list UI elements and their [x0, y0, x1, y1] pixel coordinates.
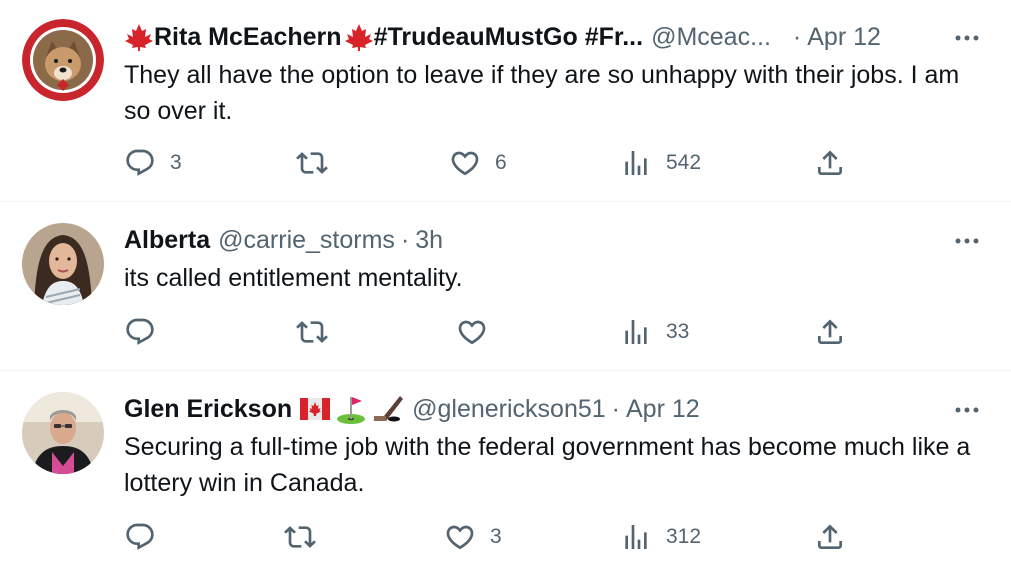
- retweet-icon: [296, 321, 328, 343]
- views-icon: [625, 320, 647, 344]
- tweet-text: They all have the option to leave if the…: [124, 61, 960, 125]
- tweet-text: its called entitlement mentality.: [124, 264, 463, 292]
- man-portrait-icon: [22, 392, 104, 474]
- views-button[interactable]: 33: [620, 314, 689, 350]
- tweet[interactable]: Glen Erickson @glenerickson51 · Apr 12 S…: [0, 371, 1011, 566]
- like-button[interactable]: 3: [444, 519, 502, 555]
- more-icon: [955, 35, 979, 41]
- maple-leaf-icon: [344, 24, 373, 51]
- heart-icon: [458, 320, 486, 345]
- reply-button[interactable]: [124, 519, 156, 555]
- timestamp[interactable]: Apr 12: [807, 23, 881, 52]
- avatar[interactable]: [22, 223, 104, 305]
- action-bar: 33: [124, 314, 864, 350]
- maple-leaf-icon: [125, 24, 153, 51]
- action-bar: 3 312: [124, 519, 864, 555]
- like-button[interactable]: [456, 314, 488, 350]
- view-count: 33: [666, 320, 690, 343]
- reply-button[interactable]: 3: [124, 145, 182, 181]
- share-icon: [818, 150, 842, 175]
- like-button[interactable]: 6: [449, 145, 507, 181]
- timestamp[interactable]: 3h: [415, 226, 443, 255]
- tweet-header: Rita McEachern #TrudeauMustGo #Fr... @Mc…: [124, 21, 951, 53]
- avatar[interactable]: [22, 392, 104, 474]
- reply-icon: [126, 149, 154, 176]
- reply-count: 3: [170, 151, 182, 174]
- handle[interactable]: @carrie_storms: [218, 226, 395, 255]
- wolf-badge-icon: [22, 19, 104, 101]
- golf-flag-icon: [336, 394, 366, 424]
- canada-flag-icon: [300, 398, 331, 420]
- tweet-text: Securing a full-time job with the federa…: [124, 433, 971, 497]
- display-name[interactable]: Alberta: [124, 226, 210, 255]
- separator: ·: [611, 394, 620, 423]
- tweet-header: Glen Erickson @glenerickson51 · Apr 12: [124, 393, 951, 425]
- more-button[interactable]: [953, 227, 981, 255]
- retweet-button[interactable]: [284, 519, 316, 555]
- views-button[interactable]: 542: [620, 145, 701, 181]
- share-icon: [818, 319, 842, 344]
- retweet-icon: [296, 152, 328, 174]
- reply-icon: [126, 523, 154, 550]
- woman-portrait-icon: [22, 223, 104, 305]
- tweet[interactable]: Alberta @carrie_storms · 3h its called e…: [0, 202, 1011, 370]
- retweet-button[interactable]: [296, 145, 328, 181]
- like-count: 3: [490, 525, 502, 548]
- handle[interactable]: @glenerickson51: [412, 395, 606, 424]
- views-icon: [625, 151, 647, 175]
- reply-icon: [126, 318, 154, 345]
- like-count: 6: [495, 151, 507, 174]
- avatar[interactable]: [22, 19, 104, 101]
- more-icon: [955, 238, 979, 244]
- share-button[interactable]: [814, 145, 846, 181]
- view-count: 542: [666, 151, 702, 174]
- views-button[interactable]: 312: [620, 519, 701, 555]
- tweet-header: Alberta @carrie_storms · 3h: [124, 224, 951, 256]
- timestamp[interactable]: Apr 12: [626, 395, 700, 424]
- more-icon: [955, 407, 979, 413]
- action-bar: 3 6 542: [124, 145, 864, 181]
- more-button[interactable]: [953, 396, 981, 424]
- separator: ·: [792, 22, 802, 51]
- display-name-suffix[interactable]: #TrudeauMustGo #Fr...: [374, 23, 644, 52]
- display-name[interactable]: Glen Erickson: [124, 395, 292, 424]
- separator: ·: [400, 225, 410, 254]
- share-button[interactable]: [814, 519, 846, 555]
- retweet-icon: [284, 526, 316, 548]
- reply-button[interactable]: [124, 314, 156, 350]
- view-count: 312: [666, 525, 702, 548]
- heart-icon: [451, 151, 479, 176]
- retweet-button[interactable]: [296, 314, 328, 350]
- share-button[interactable]: [814, 314, 846, 350]
- display-name[interactable]: Rita McEachern: [154, 23, 342, 52]
- hockey-stick-icon: [372, 394, 404, 424]
- share-icon: [818, 524, 842, 549]
- heart-icon: [446, 525, 474, 550]
- handle[interactable]: @Mceac...: [651, 23, 771, 52]
- more-button[interactable]: [953, 24, 981, 52]
- views-icon: [625, 525, 647, 549]
- tweet[interactable]: Rita McEachern #TrudeauMustGo #Fr... @Mc…: [0, 0, 1011, 201]
